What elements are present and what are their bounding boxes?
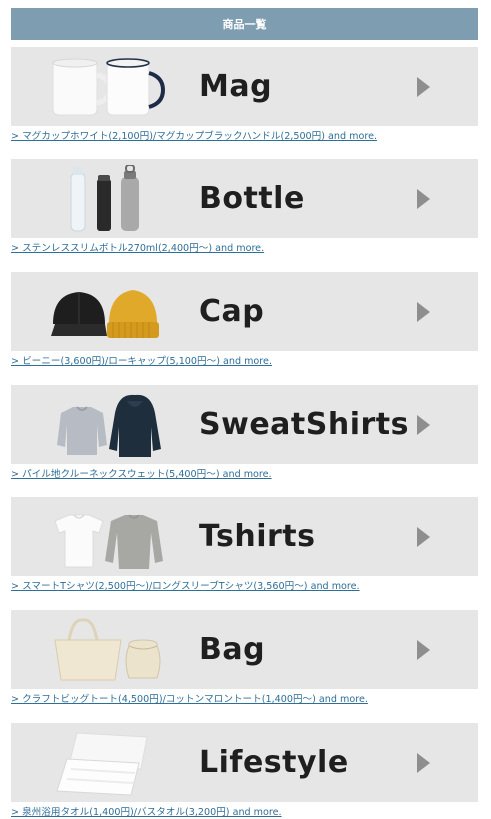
category-link[interactable]: > マグカップホワイト(2,100円)/マグカップブラックハンドル(2,500円… [11, 128, 377, 142]
page-header: 商品一覧 [11, 8, 478, 40]
tshirt-image [54, 514, 163, 569]
category-link[interactable]: > 泉州浴用タオル(1,400円)/バスタオル(3,200円) and more… [11, 804, 282, 818]
sweatshirt-image [57, 394, 161, 457]
bag-image [54, 618, 161, 681]
category-title: Lifestyle [199, 745, 349, 780]
mug-image [52, 58, 166, 116]
category-title: Bag [199, 632, 266, 667]
category-card-bag[interactable]: Bag [11, 610, 478, 689]
category-card-cap[interactable]: Cap [11, 272, 478, 351]
category-card-lifestyle[interactable]: Lifestyle [11, 723, 478, 802]
category-link[interactable]: > パイル地クルーネックスウェット(5,400円～) and more. [11, 466, 272, 480]
category-sweatshirts: SweatShirts > パイル地クルーネックスウェット(5,400円～) a… [11, 385, 478, 480]
category-link[interactable]: > ステンレススリムボトル270ml(2,400円～) and more. [11, 240, 264, 254]
chevron-right-icon [417, 77, 430, 97]
category-title: Mag [199, 69, 273, 104]
chevron-right-icon [417, 640, 430, 660]
bottle-image [70, 165, 139, 232]
category-card-mag[interactable]: Mag [11, 47, 478, 126]
category-cap: Cap > ビーニー(3,600円)/ローキャップ(5,100円～) and m… [11, 272, 478, 367]
page-title: 商品一覧 [222, 18, 267, 31]
chevron-right-icon [417, 415, 430, 435]
category-card-tshirts[interactable]: Tshirts [11, 497, 478, 576]
category-bottle: Bottle > ステンレススリムボトル270ml(2,400円～) and m… [11, 159, 478, 254]
category-bag: Bag > クラフトビッグトート(4,500円)/コットンマロントート(1,40… [11, 610, 478, 705]
category-title: Cap [199, 294, 265, 329]
category-mag: Mag > マグカップホワイト(2,100円)/マグカップブラックハンドル(2,… [11, 47, 478, 142]
category-title: Bottle [199, 181, 305, 216]
towel-image [56, 732, 148, 796]
chevron-right-icon [417, 189, 430, 209]
category-link[interactable]: > クラフトビッグトート(4,500円)/コットンマロントート(1,400円～)… [11, 691, 368, 705]
cap-image [51, 290, 159, 338]
category-title: SweatShirts [199, 407, 409, 442]
category-lifestyle: Lifestyle > 泉州浴用タオル(1,400円)/バスタオル(3,200円… [11, 723, 478, 818]
category-card-sweatshirts[interactable]: SweatShirts [11, 385, 478, 464]
chevron-right-icon [417, 527, 430, 547]
chevron-right-icon [417, 302, 430, 322]
chevron-right-icon [417, 753, 430, 773]
category-link[interactable]: > スマートTシャツ(2,500円～)/ロングスリーブTシャツ(3,560円～)… [11, 578, 360, 592]
category-card-bottle[interactable]: Bottle [11, 159, 478, 238]
category-tshirts: Tshirts > スマートTシャツ(2,500円～)/ロングスリーブTシャツ(… [11, 497, 478, 592]
category-link[interactable]: > ビーニー(3,600円)/ローキャップ(5,100円～) and more. [11, 353, 272, 367]
category-title: Tshirts [199, 519, 316, 554]
